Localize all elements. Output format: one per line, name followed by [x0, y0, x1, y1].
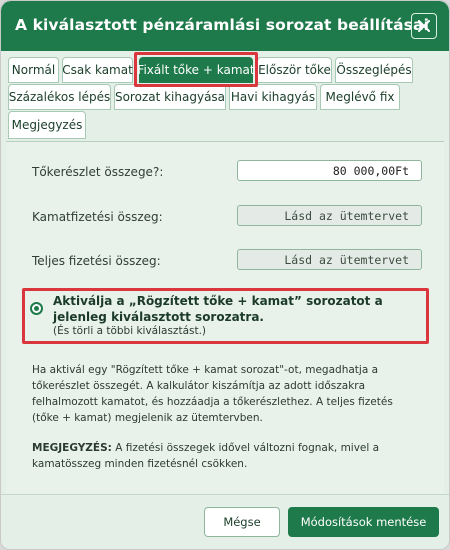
- note-label: MEGJEGYZÉS:: [32, 442, 112, 454]
- total-payment-label: Teljes fizetési összeg:: [32, 254, 161, 268]
- radio-selected-dot: [34, 306, 39, 311]
- tab-percent-step[interactable]: Százalékos lépés: [8, 84, 111, 110]
- settings-dialog: A kiválasztott pénzáramlási sorozat beál…: [0, 0, 450, 550]
- principal-amount-input[interactable]: 80 000,00Ft: [237, 160, 422, 181]
- tab-amount-step[interactable]: Összeglépés: [335, 57, 413, 83]
- tab-note[interactable]: Megjegyzés: [8, 111, 86, 139]
- tab-monthly-skip[interactable]: Havi kihagyás: [229, 84, 317, 110]
- close-button[interactable]: [411, 13, 437, 39]
- tab-principal-first[interactable]: Először tőke: [257, 57, 332, 83]
- save-changes-button[interactable]: Módosítások mentése: [288, 507, 439, 537]
- tab-normal[interactable]: Normál: [8, 57, 59, 83]
- tab-existing-fixed[interactable]: Meglévő fix: [320, 84, 400, 110]
- tab-interest-only[interactable]: Csak kamat: [62, 57, 133, 83]
- note-text: MEGJEGYZÉS: A fizetési összegek idővel v…: [32, 440, 422, 472]
- dialog-title: A kiválasztott pénzáramlási sorozat beál…: [15, 16, 429, 34]
- cancel-button[interactable]: Mégse: [204, 507, 280, 537]
- tab-fixed-principal-interest[interactable]: Fixált tőke + kamat: [137, 57, 255, 83]
- close-icon: [418, 20, 430, 32]
- activate-series-radio[interactable]: [30, 302, 43, 315]
- activate-option-title[interactable]: Aktiválja a „Rögzített tőke + kamat” sor…: [53, 293, 383, 325]
- dialog-titlebar: A kiválasztott pénzáramlási sorozat beál…: [1, 1, 449, 51]
- total-payment-field: Lásd az ütemtervet: [237, 249, 422, 270]
- info-text: Ha aktivál egy "Rögzített tőke + kamat s…: [32, 364, 393, 424]
- principal-label: Tőkerészlet összege?:: [32, 165, 164, 179]
- interest-amount-field: Lásd az ütemtervet: [237, 205, 422, 226]
- interest-label: Kamatfizetési összeg:: [32, 210, 163, 224]
- activate-option-subtitle: (És törli a többi kiválasztást.): [53, 325, 207, 337]
- tab-skip-series[interactable]: Sorozat kihagyása: [114, 84, 226, 110]
